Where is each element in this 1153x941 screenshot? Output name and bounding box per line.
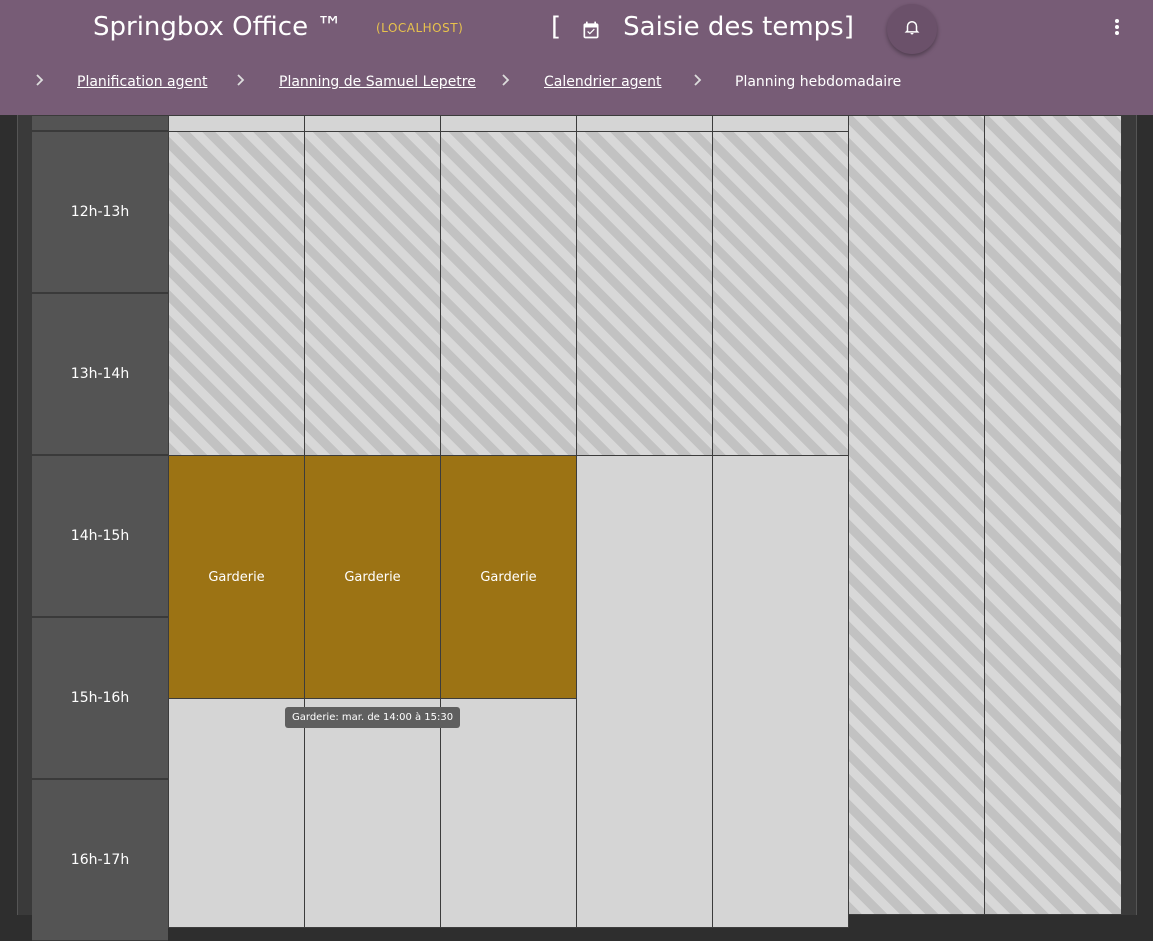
weekly-calendar-grid: 12h-13h 13h-14h 14h-15h 15h-16h 16h-17h … <box>32 115 1122 941</box>
time-slot[interactable] <box>712 115 849 132</box>
event-tooltip: Garderie: mar. de 14:00 à 15:30 <box>285 707 461 728</box>
breadcrumb-planning-agent[interactable]: Planning de Samuel Lepetre <box>279 74 476 90</box>
calendar-check-icon <box>581 17 601 39</box>
unavailable-slot <box>576 131 713 456</box>
time-slot[interactable] <box>576 455 713 928</box>
calendar-event[interactable]: Garderie <box>304 455 441 699</box>
time-slot[interactable] <box>304 115 441 132</box>
notifications-button[interactable] <box>887 4 937 54</box>
time-slot[interactable] <box>576 115 713 132</box>
breadcrumb-calendrier-agent[interactable]: Calendrier agent <box>544 74 662 90</box>
time-slot[interactable] <box>168 115 305 132</box>
time-slot[interactable] <box>304 698 441 928</box>
app-title[interactable]: Springbox Office ™ <box>93 12 342 42</box>
breadcrumb: Planification agent Planning de Samuel L… <box>0 70 1153 96</box>
unavailable-slot <box>304 131 441 456</box>
breadcrumb-planification-agent[interactable]: Planification agent <box>77 74 207 90</box>
hour-label: 12h-13h <box>32 131 168 293</box>
calendar-event[interactable]: Garderie <box>440 455 577 699</box>
chevron-right-icon <box>499 73 513 87</box>
bell-icon <box>903 18 921 40</box>
time-slot[interactable] <box>440 115 577 132</box>
hour-label: 16h-17h <box>32 779 168 941</box>
more-options-button[interactable] <box>1104 14 1130 44</box>
unavailable-slot <box>712 131 849 456</box>
time-slot[interactable] <box>440 698 577 928</box>
page-title-bracket: [ <box>551 12 562 42</box>
unavailable-slot <box>440 131 577 456</box>
calendar-event[interactable]: Garderie <box>168 455 305 699</box>
chevron-right-icon <box>691 73 705 87</box>
chevron-right-icon <box>33 73 47 87</box>
hour-label: 15h-16h <box>32 617 168 779</box>
hour-label: 13h-14h <box>32 293 168 455</box>
hour-label: 14h-15h <box>32 455 168 617</box>
environment-badge: (LOCALHOST) <box>376 21 464 35</box>
app-header: Springbox Office ™ (LOCALHOST) [ Saisie … <box>0 0 1153 115</box>
unavailable-slot <box>168 131 305 456</box>
weekend-unavailable-column <box>848 115 985 915</box>
weekend-unavailable-column <box>984 115 1122 915</box>
hour-label-partial <box>32 115 168 131</box>
time-slot[interactable] <box>168 698 305 928</box>
chevron-right-icon <box>234 73 248 87</box>
page-title-text: Saisie des temps] <box>623 12 854 42</box>
breadcrumb-current-page: Planning hebdomadaire <box>735 74 902 90</box>
time-slot[interactable] <box>712 455 849 928</box>
more-vert-icon <box>1114 18 1120 40</box>
page-title: [ Saisie des temps] <box>551 12 854 42</box>
